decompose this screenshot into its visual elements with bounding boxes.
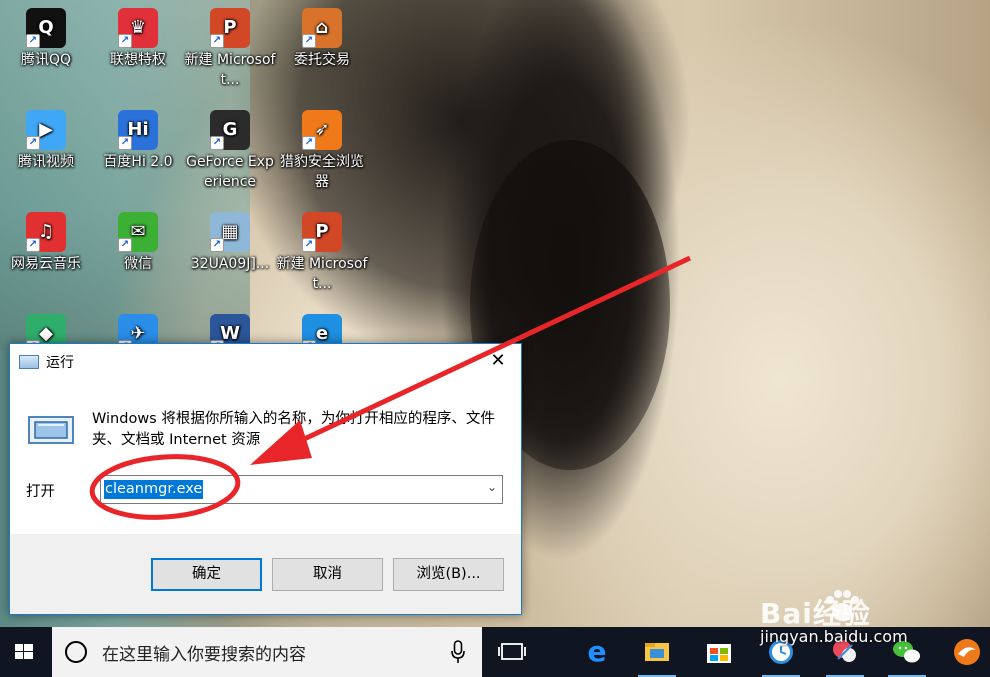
baidu-watermark: Bai经验 bbox=[760, 588, 990, 630]
liebao-browser-icon: ➶ ↗ bbox=[302, 110, 342, 150]
run-dialog-title: 运行 bbox=[46, 355, 74, 371]
close-icon[interactable]: ✕ bbox=[475, 344, 521, 378]
desktop-icon-8[interactable]: ♫ ↗ 网易云音乐 bbox=[0, 212, 92, 274]
desktop-icon-label: 百度Hi 2.0 bbox=[103, 154, 173, 170]
desktop-icon-label: 新建 Microsoft... bbox=[276, 256, 368, 292]
store-icon[interactable] bbox=[694, 627, 744, 677]
run-dialog-footer: 确定 取消 浏览(B)... bbox=[10, 534, 521, 614]
desktop-icon-1[interactable]: ♛ ↗ 联想特权 bbox=[92, 8, 184, 70]
desktop-icon-4[interactable]: ▶ ↗ 腾讯视频 bbox=[0, 110, 92, 172]
run-dialog-titlebar[interactable]: 运行 ✕ bbox=[10, 344, 521, 380]
command-input-value[interactable]: cleanmgr.exe bbox=[104, 480, 204, 499]
trading-house-icon: ⌂ ↗ bbox=[302, 8, 342, 48]
powerpoint-file-icon: P ↗ bbox=[210, 8, 250, 48]
svg-text:e: e bbox=[588, 635, 607, 668]
watermark-brand: Bai经验 bbox=[760, 597, 871, 630]
shortcut-arrow-icon: ↗ bbox=[210, 136, 224, 150]
browse-button[interactable]: 浏览(B)... bbox=[393, 558, 504, 591]
open-label: 打开 bbox=[26, 484, 55, 500]
tencent-video-icon: ▶ ↗ bbox=[26, 110, 66, 150]
desktop-icon-label: 委托交易 bbox=[294, 52, 350, 68]
windows-logo-icon bbox=[15, 644, 33, 659]
netease-music-icon: ♫ ↗ bbox=[26, 212, 66, 252]
desktop-icon-6[interactable]: G ↗ GeForce Experience bbox=[184, 110, 276, 192]
wechat-icon: ✉ ↗ bbox=[118, 212, 158, 252]
desktop-icon-label: 腾讯视频 bbox=[18, 154, 74, 170]
shortcut-arrow-icon: ↗ bbox=[26, 238, 40, 252]
desktop-icon-5[interactable]: Hi ↗ 百度Hi 2.0 bbox=[92, 110, 184, 172]
qq-penguin-icon: Q ↗ bbox=[26, 8, 66, 48]
desktop-icon-label: 32UA09J]... bbox=[190, 256, 270, 272]
start-button[interactable] bbox=[0, 627, 48, 677]
desktop-icon-label: 腾讯QQ bbox=[20, 52, 72, 68]
desktop-icon-10[interactable]: ▦ ↗ 32UA09J]... bbox=[184, 212, 276, 274]
desktop-icon-0[interactable]: Q ↗ 腾讯QQ bbox=[0, 8, 92, 70]
edge-browser-icon[interactable]: e bbox=[572, 627, 622, 677]
liebao-taskbar-icon[interactable] bbox=[942, 627, 990, 677]
shortcut-arrow-icon: ↗ bbox=[118, 238, 132, 252]
shortcut-arrow-icon: ↗ bbox=[26, 34, 40, 48]
task-view-icon[interactable] bbox=[487, 627, 537, 677]
shortcut-arrow-icon: ↗ bbox=[118, 136, 132, 150]
baidu-hi-icon: Hi ↗ bbox=[118, 110, 158, 150]
run-dialog-description: Windows 将根据你所输入的名称，为你打开相应的程序、文件夹、文档或 Int… bbox=[92, 411, 495, 448]
desktop-icon-11[interactable]: P ↗ 新建 Microsoft... bbox=[276, 212, 368, 294]
desktop-icon-label: 新建 Microsoft... bbox=[184, 52, 276, 88]
desktop-icon-label: GeForce Experience bbox=[186, 154, 274, 190]
desktop-icon-7[interactable]: ➶ ↗ 猎豹安全浏览器 bbox=[276, 110, 368, 192]
desktop-icon-2[interactable]: P ↗ 新建 Microsoft... bbox=[184, 8, 276, 90]
shortcut-arrow-icon: ↗ bbox=[302, 34, 316, 48]
desktop-icon-3[interactable]: ⌂ ↗ 委托交易 bbox=[276, 8, 368, 70]
taskbar-search-box[interactable]: 在这里输入你要搜索的内容 bbox=[52, 627, 482, 677]
shortcut-arrow-icon: ↗ bbox=[118, 34, 132, 48]
run-app-icon bbox=[19, 355, 39, 369]
shortcut-arrow-icon: ↗ bbox=[302, 136, 316, 150]
run-dialog: 运行 ✕ Windows 将根据你所输入的名称，为你打开相应的程序、文件夹、文档… bbox=[9, 343, 522, 615]
cortana-icon bbox=[65, 641, 87, 663]
cancel-button[interactable]: 取消 bbox=[272, 558, 383, 591]
geforce-icon: G ↗ bbox=[210, 110, 250, 150]
shortcut-arrow-icon: ↗ bbox=[210, 238, 224, 252]
powerpoint-file-icon: P ↗ bbox=[302, 212, 342, 252]
desktop-icon-label: 网易云音乐 bbox=[11, 256, 81, 272]
search-placeholder: 在这里输入你要搜索的内容 bbox=[102, 645, 306, 665]
ok-button[interactable]: 确定 bbox=[151, 558, 262, 591]
desktop-icon-label: 微信 bbox=[124, 256, 152, 272]
shortcut-arrow-icon: ↗ bbox=[210, 34, 224, 48]
image-file-icon: ▦ ↗ bbox=[210, 212, 250, 252]
desktop-icon-9[interactable]: ✉ ↗ 微信 bbox=[92, 212, 184, 274]
lenovo-privilege-icon: ♛ ↗ bbox=[118, 8, 158, 48]
desktop-icon-label: 猎豹安全浏览器 bbox=[280, 154, 364, 190]
desktop-icon-label: 联想特权 bbox=[110, 52, 166, 68]
file-explorer-icon[interactable] bbox=[632, 627, 682, 677]
shortcut-arrow-icon: ↗ bbox=[26, 136, 40, 150]
run-program-icon bbox=[28, 416, 74, 444]
shortcut-arrow-icon: ↗ bbox=[302, 238, 316, 252]
chevron-down-icon[interactable]: ⌄ bbox=[487, 480, 497, 494]
watermark-url: jingyan.baidu.com bbox=[760, 627, 908, 646]
command-input[interactable]: cleanmgr.exe ⌄ bbox=[100, 475, 503, 504]
microphone-icon[interactable] bbox=[450, 640, 466, 664]
